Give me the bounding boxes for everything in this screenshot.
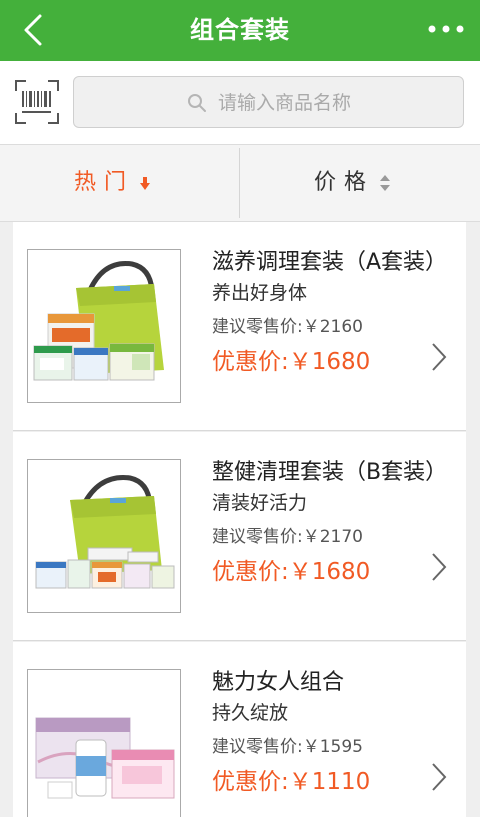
product-retail-price: 建议零售价:￥2170: [212, 527, 363, 547]
product-retail-price: 建议零售价:￥2160: [212, 317, 363, 337]
chevron-right-icon: [432, 553, 447, 581]
sort-divider: [239, 148, 240, 218]
arrow-down-icon: [140, 177, 150, 190]
product-name: 魅力女人组合: [212, 670, 345, 695]
product-image: [27, 459, 181, 613]
product-retail-price: 建议零售价:￥1595: [212, 737, 363, 757]
product-image: [27, 249, 181, 403]
product-list: 滋养调理套装（A套装） 养出好身体 建议零售价:￥2160 优惠价:￥1680: [13, 222, 466, 817]
product-price: 优惠价:￥1680: [212, 349, 371, 375]
product-subtitle: 清装好活力: [212, 492, 308, 514]
product-name: 整健清理套装（B套装）: [212, 460, 448, 485]
sort-bar: 热门 价格: [0, 144, 480, 222]
more-dots-icon[interactable]: [426, 18, 466, 40]
product-item[interactable]: 滋养调理套装（A套装） 养出好身体 建议零售价:￥2160 优惠价:￥1680: [13, 222, 466, 431]
product-item[interactable]: 整健清理套装（B套装） 清装好活力 建议零售价:￥2170 优惠价:￥1680: [13, 432, 466, 641]
search-placeholder: 请输入商品名称: [218, 92, 352, 114]
sort-arrows-icon: [380, 175, 390, 191]
product-image: [27, 669, 181, 817]
search-bar: 请输入商品名称: [0, 61, 480, 144]
product-subtitle: 养出好身体: [212, 282, 308, 304]
search-input[interactable]: 请输入商品名称: [73, 76, 464, 128]
product-price: 优惠价:￥1110: [212, 769, 371, 795]
search-icon: [188, 94, 206, 112]
chevron-right-icon: [432, 763, 447, 791]
sort-hot-tab[interactable]: 热门: [74, 145, 134, 221]
sort-price-tab[interactable]: 价格: [314, 145, 374, 221]
product-name: 滋养调理套装（A套装）: [212, 250, 448, 275]
barcode-scan-icon[interactable]: [14, 79, 60, 125]
product-item[interactable]: 魅力女人组合 持久绽放 建议零售价:￥1595 优惠价:￥1110: [13, 642, 466, 817]
chevron-right-icon: [432, 343, 447, 371]
top-bar: 组合套装: [0, 0, 480, 61]
product-price: 优惠价:￥1680: [212, 559, 371, 585]
page-title: 组合套装: [190, 16, 290, 44]
product-subtitle: 持久绽放: [212, 702, 289, 724]
